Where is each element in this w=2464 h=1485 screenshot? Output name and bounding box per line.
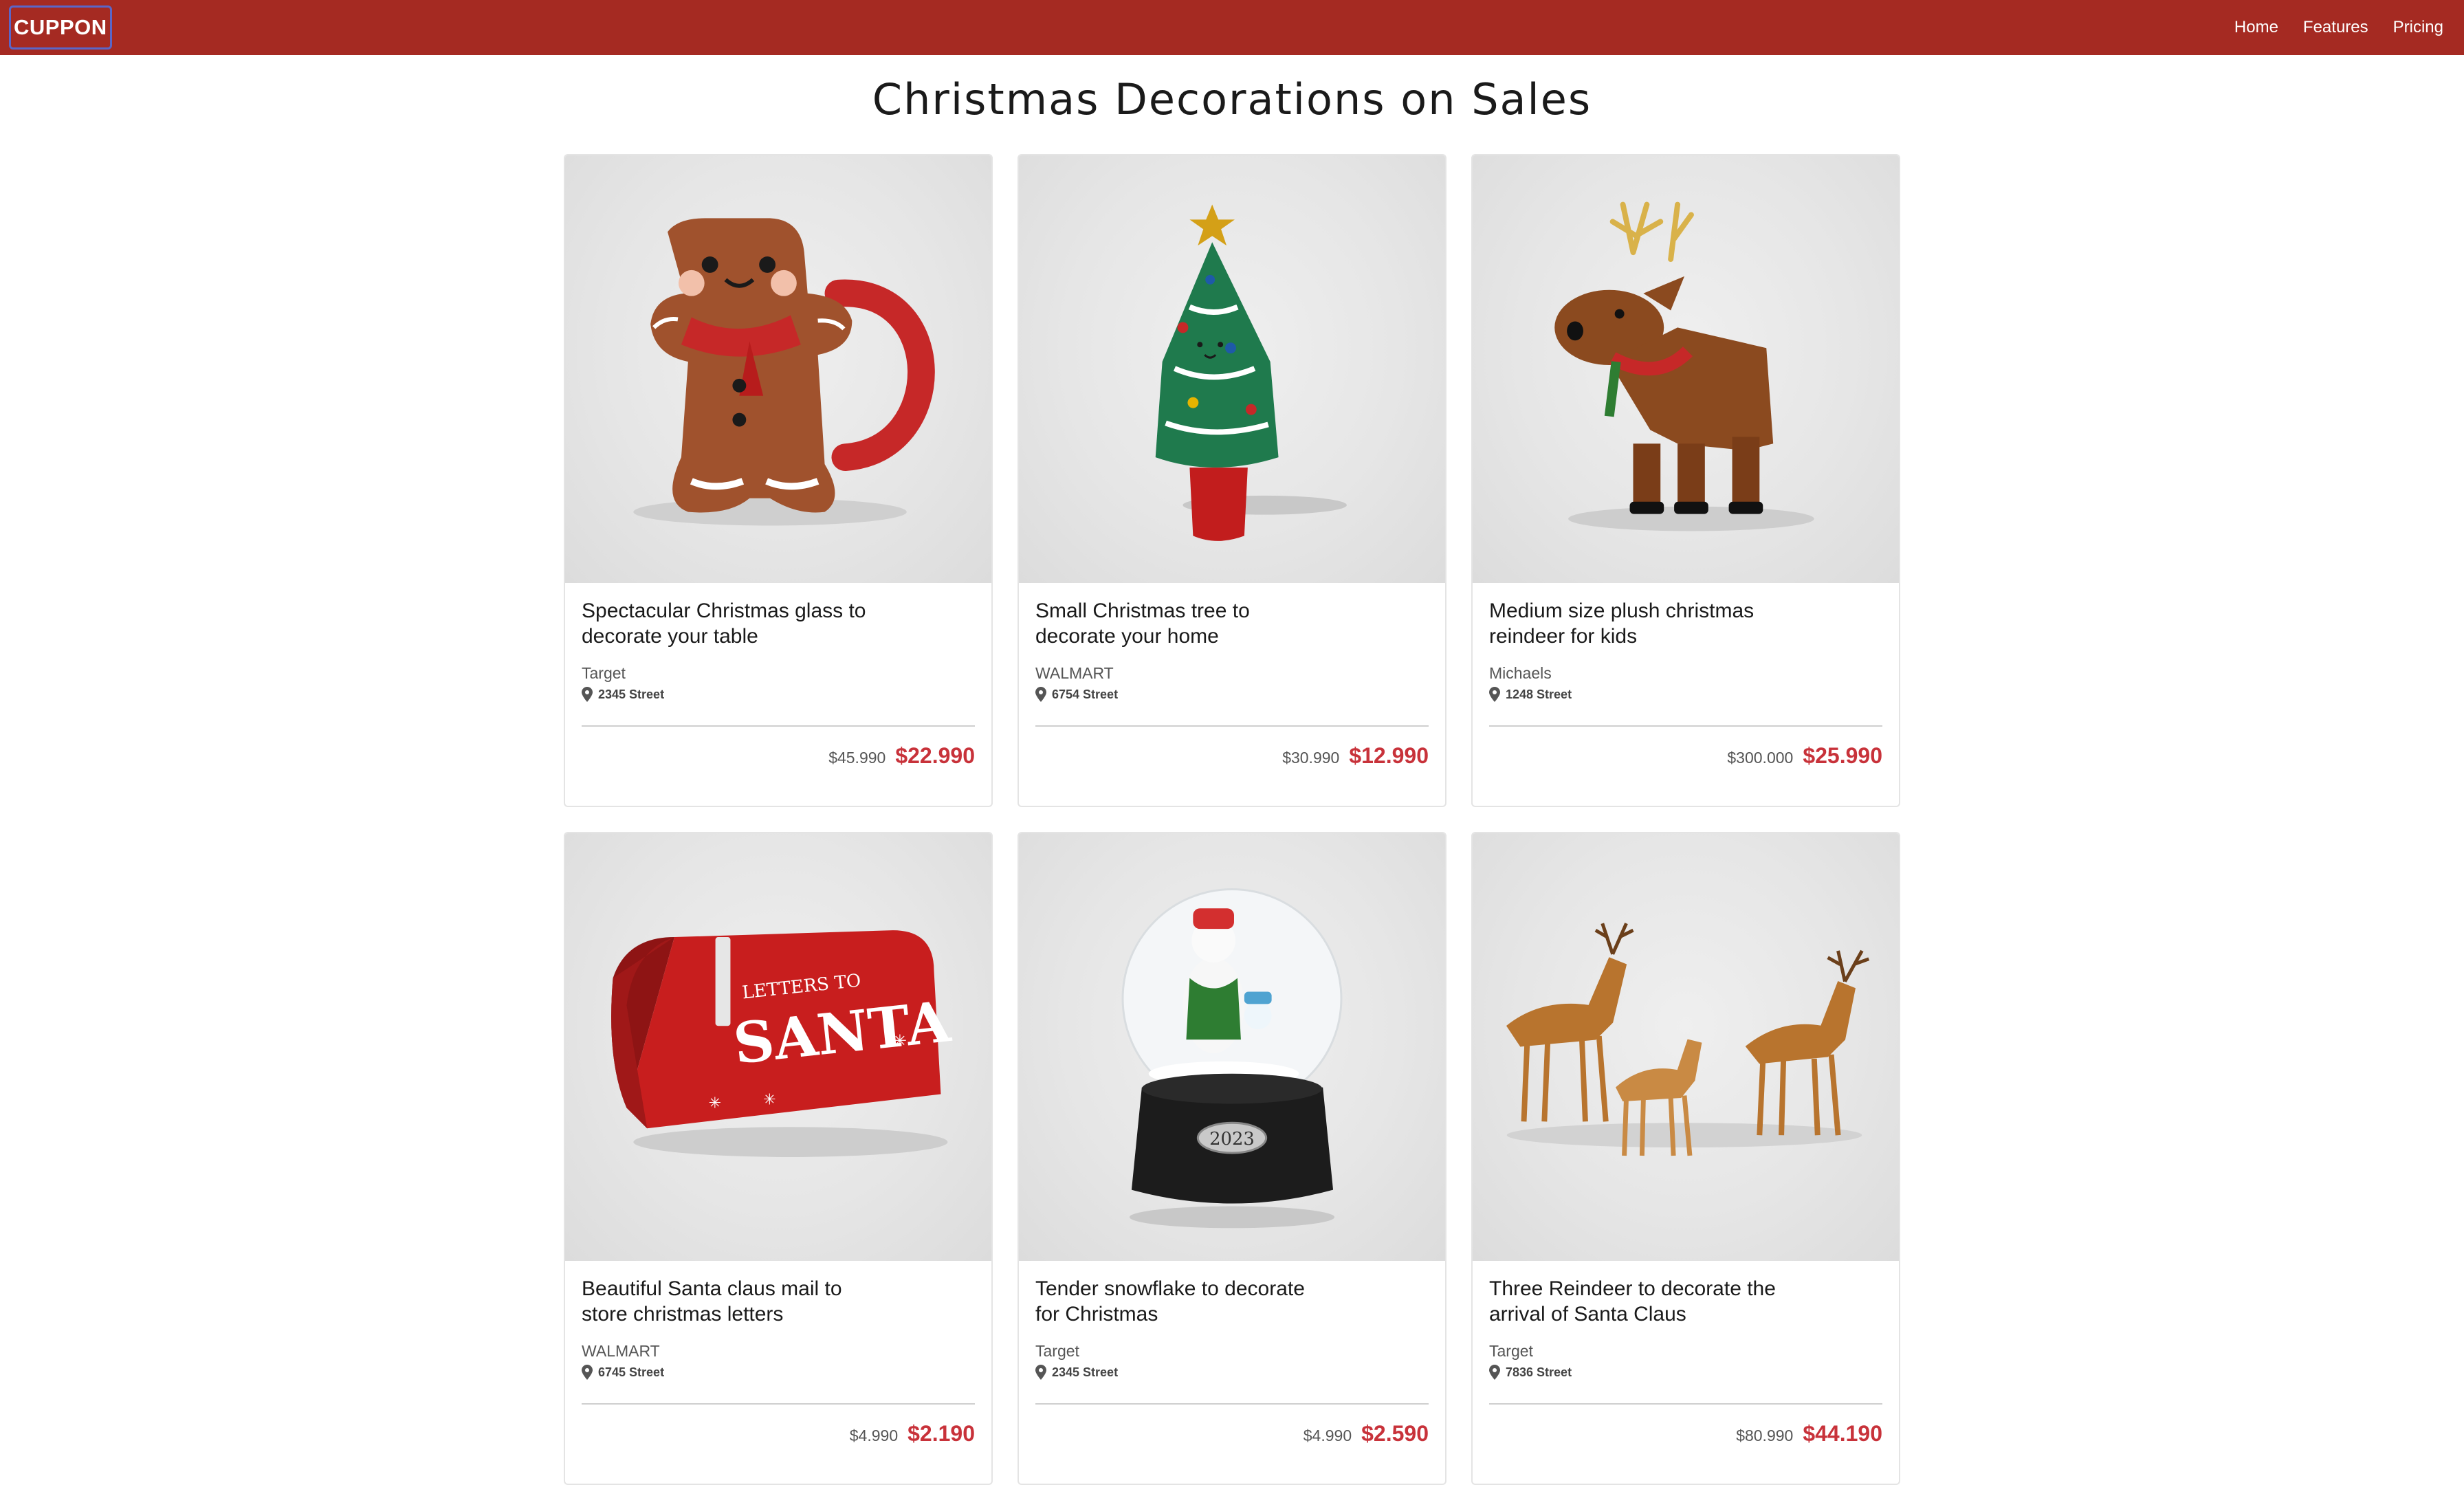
location-pin-icon: [1035, 1365, 1046, 1380]
product-title[interactable]: Beautiful Santa claus mail to store chri…: [582, 1276, 870, 1327]
divider: [582, 1403, 975, 1405]
store-address: 2345 Street: [1035, 1365, 1429, 1380]
product-card[interactable]: LETTERS TO SANTA ✳ ✳ ✳ Beautiful Santa c…: [564, 832, 993, 1485]
address-text: 6754 Street: [1052, 687, 1119, 701]
product-title[interactable]: Spectacular Christmas glass to decorate …: [582, 598, 870, 649]
product-image-plush-reindeer[interactable]: [1473, 155, 1899, 583]
old-price: $80.990: [1736, 1427, 1794, 1444]
plush-reindeer-icon: [1554, 201, 1814, 531]
svg-text:✳: ✳: [893, 1032, 907, 1050]
address-text: 1248 Street: [1506, 687, 1572, 701]
store-name: Target: [582, 664, 626, 682]
three-reindeer-icon: [1506, 923, 1870, 1156]
location-pin-icon: [1489, 1365, 1500, 1380]
store-name: Target: [1489, 1342, 1533, 1360]
location-pin-icon: [1035, 687, 1046, 702]
christmas-tree-icon: [1155, 204, 1347, 541]
nav-links: Home Features Pricing: [2234, 18, 2443, 37]
store-name: Michaels: [1489, 664, 1552, 682]
sale-price: $12.990: [1349, 743, 1429, 768]
product-image-santa-mailbox[interactable]: LETTERS TO SANTA ✳ ✳ ✳: [565, 833, 991, 1261]
divider: [1489, 725, 1882, 727]
old-price: $45.990: [828, 749, 886, 767]
product-title[interactable]: Medium size plush christmas reindeer for…: [1489, 598, 1778, 649]
location-pin-icon: [582, 1365, 593, 1380]
nav-link-home[interactable]: Home: [2234, 18, 2278, 37]
store-name: Target: [1035, 1342, 1079, 1360]
card-body: Beautiful Santa claus mail to store chri…: [565, 1261, 991, 1446]
store-address: 6754 Street: [1035, 687, 1429, 702]
card-body: Spectacular Christmas glass to decorate …: [565, 583, 991, 769]
location-pin-icon: [582, 687, 593, 702]
svg-text:✳: ✳: [709, 1094, 721, 1111]
divider: [582, 725, 975, 727]
store-address: 1248 Street: [1489, 687, 1882, 702]
product-card[interactable]: Small Christmas tree to decorate your ho…: [1018, 154, 1446, 807]
address-text: 6745 Street: [598, 1365, 665, 1379]
sale-price: $25.990: [1803, 743, 1882, 768]
store-name: WALMART: [1035, 664, 1114, 682]
product-card[interactable]: Medium size plush christmas reindeer for…: [1471, 154, 1900, 807]
price-row: $45.990 $22.990: [582, 743, 975, 769]
snow-globe-icon: 2023: [1121, 888, 1343, 1229]
divider: [1035, 725, 1429, 727]
nav-link-pricing[interactable]: Pricing: [2393, 18, 2443, 37]
nav-link-features[interactable]: Features: [2303, 18, 2368, 37]
divider: [1489, 1403, 1882, 1405]
store-name: WALMART: [582, 1342, 660, 1360]
globe-year-plate: 2023: [1209, 1129, 1255, 1150]
old-price: $4.990: [1303, 1427, 1352, 1444]
svg-text:✳: ✳: [763, 1090, 776, 1108]
address-text: 2345 Street: [1052, 1365, 1119, 1379]
location-pin-icon: [1489, 687, 1500, 702]
page-title: Christmas Decorations on Sales: [872, 74, 1592, 124]
product-image-gingerbread-mug[interactable]: [565, 155, 991, 583]
card-body: Tender snowflake to decorate for Christm…: [1019, 1261, 1445, 1446]
product-image-christmas-tree[interactable]: [1019, 155, 1445, 583]
product-title[interactable]: Small Christmas tree to decorate your ho…: [1035, 598, 1324, 649]
store-address: 7836 Street: [1489, 1365, 1882, 1380]
card-body: Small Christmas tree to decorate your ho…: [1019, 583, 1445, 769]
sale-price: $22.990: [895, 743, 975, 768]
product-card[interactable]: 2023 Tender snowflake to decorate for Ch…: [1018, 832, 1446, 1485]
divider: [1035, 1403, 1429, 1405]
navbar: CUPPON Home Features Pricing: [0, 0, 2464, 55]
product-image-snow-globe[interactable]: 2023: [1019, 833, 1445, 1261]
old-price: $30.990: [1282, 749, 1340, 767]
old-price: $4.990: [849, 1427, 899, 1444]
product-title[interactable]: Tender snowflake to decorate for Christm…: [1035, 1276, 1324, 1327]
price-row: $300.000 $25.990: [1489, 743, 1882, 769]
gingerbread-mug-icon: [633, 218, 935, 526]
product-title[interactable]: Three Reindeer to decorate the arrival o…: [1489, 1276, 1778, 1327]
santa-mailbox-icon: LETTERS TO SANTA ✳ ✳ ✳: [611, 930, 954, 1157]
store-address: 2345 Street: [582, 687, 975, 702]
product-card[interactable]: Three Reindeer to decorate the arrival o…: [1471, 832, 1900, 1485]
address-text: 2345 Street: [598, 687, 665, 701]
price-row: $30.990 $12.990: [1035, 743, 1429, 769]
address-text: 7836 Street: [1506, 1365, 1572, 1379]
card-body: Medium size plush christmas reindeer for…: [1473, 583, 1899, 769]
product-card[interactable]: Spectacular Christmas glass to decorate …: [564, 154, 993, 807]
brand-logo[interactable]: CUPPON: [9, 6, 112, 50]
product-image-three-reindeer[interactable]: [1473, 833, 1899, 1261]
store-address: 6745 Street: [582, 1365, 975, 1380]
card-body: Three Reindeer to decorate the arrival o…: [1473, 1261, 1899, 1446]
old-price: $300.000: [1727, 749, 1794, 767]
product-grid: Spectacular Christmas glass to decorate …: [564, 154, 1900, 1485]
